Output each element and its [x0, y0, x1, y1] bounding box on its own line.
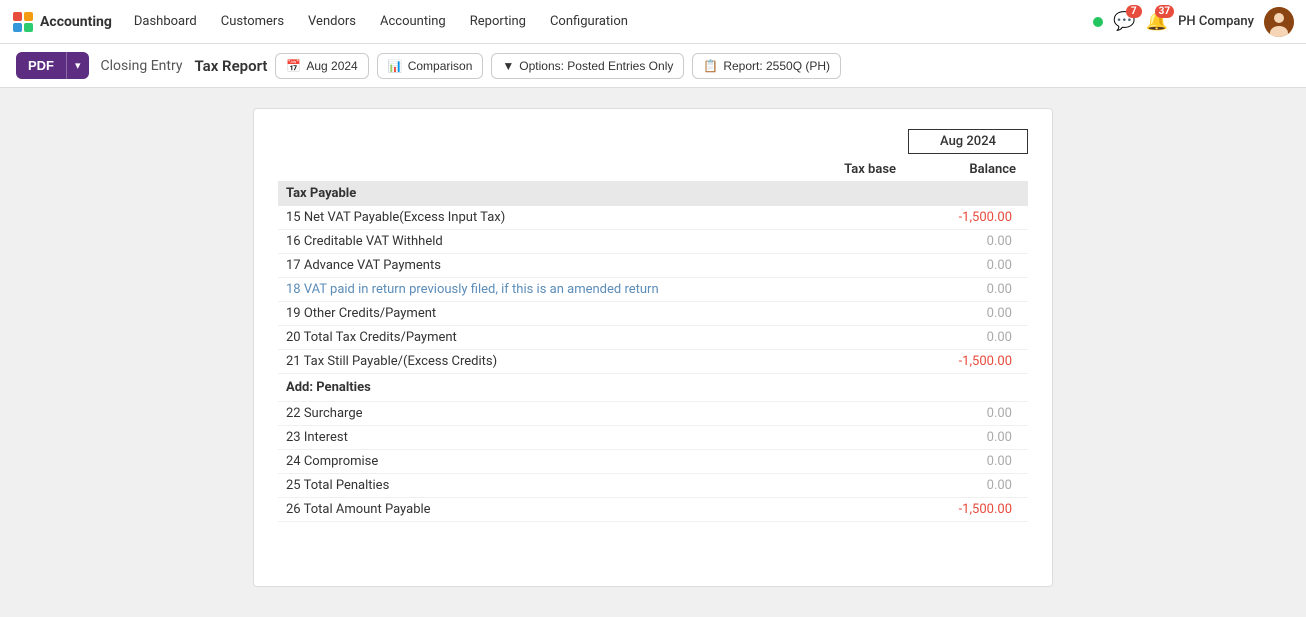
chart-icon: 📊	[388, 59, 403, 73]
activity-notification[interactable]: 🔔 37	[1146, 11, 1168, 32]
nav-configuration[interactable]: Configuration	[540, 8, 638, 35]
row-22-label: 22 Surcharge	[286, 406, 780, 421]
row-15-balance: -1,500.00	[900, 210, 1020, 225]
balance-header: Balance	[904, 162, 1024, 177]
avatar-icon	[1264, 7, 1294, 37]
navbar-right: 💬 7 🔔 37 PH Company	[1093, 7, 1294, 37]
chat-notification[interactable]: 💬 7	[1113, 11, 1135, 32]
row-24-label: 24 Compromise	[286, 454, 780, 469]
closing-entry-label: Closing Entry	[97, 58, 187, 74]
avatar[interactable]	[1264, 7, 1294, 37]
column-headers: Tax base Balance	[278, 162, 1028, 177]
table-row: 19 Other Credits/Payment 0.00	[278, 302, 1028, 326]
row-26-balance: -1,500.00	[900, 502, 1020, 517]
row-25-label: 25 Total Penalties	[286, 478, 780, 493]
row-16-label: 16 Creditable VAT Withheld	[286, 234, 780, 249]
navbar: Accounting Dashboard Customers Vendors A…	[0, 0, 1306, 44]
nav-accounting[interactable]: Accounting	[370, 8, 456, 35]
row-21-balance: -1,500.00	[900, 354, 1020, 369]
options-button[interactable]: ▼ Options: Posted Entries Only	[491, 53, 684, 79]
table-row: 22 Surcharge 0.00	[278, 402, 1028, 426]
report-header: Aug 2024	[278, 129, 1028, 154]
row-24-balance: 0.00	[900, 454, 1020, 469]
nav-dashboard[interactable]: Dashboard	[124, 8, 207, 35]
pdf-main-button[interactable]: PDF	[16, 52, 66, 79]
table-row: 20 Total Tax Credits/Payment 0.00	[278, 326, 1028, 350]
table-row: 17 Advance VAT Payments 0.00	[278, 254, 1028, 278]
period-label: Aug 2024	[306, 59, 357, 73]
brand[interactable]: Accounting	[12, 11, 112, 33]
report-type-button[interactable]: 📋 Report: 2550Q (PH)	[692, 53, 841, 79]
main-content: Aug 2024 Tax base Balance Tax Payable 15…	[0, 88, 1306, 607]
report-container: Aug 2024 Tax base Balance Tax Payable 15…	[253, 108, 1053, 587]
brand-icon	[12, 11, 34, 33]
company-name: PH Company	[1178, 14, 1254, 29]
row-19-label: 19 Other Credits/Payment	[286, 306, 780, 321]
row-22-balance: 0.00	[900, 406, 1020, 421]
table-row: 24 Compromise 0.00	[278, 450, 1028, 474]
row-18-balance: 0.00	[900, 282, 1020, 297]
nav-vendors[interactable]: Vendors	[298, 8, 366, 35]
row-26-label: 26 Total Amount Payable	[286, 502, 780, 517]
row-18-label[interactable]: 18 VAT paid in return previously filed, …	[286, 282, 780, 297]
nav-reporting[interactable]: Reporting	[460, 8, 536, 35]
table-row: 23 Interest 0.00	[278, 426, 1028, 450]
report-icon: 📋	[703, 59, 718, 73]
row-17-label: 17 Advance VAT Payments	[286, 258, 780, 273]
subsection-header-penalties: Add: Penalties	[278, 374, 1028, 402]
pdf-button-group: PDF ▾	[16, 52, 89, 79]
row-23-label: 23 Interest	[286, 430, 780, 445]
pdf-caret-button[interactable]: ▾	[66, 52, 89, 79]
row-25-balance: 0.00	[900, 478, 1020, 493]
nav-customers[interactable]: Customers	[211, 8, 294, 35]
report-body: Tax Payable 15 Net VAT Payable(Excess In…	[278, 181, 1028, 522]
tax-base-header: Tax base	[784, 162, 904, 177]
table-row: 16 Creditable VAT Withheld 0.00	[278, 230, 1028, 254]
period-box: Aug 2024	[908, 129, 1028, 154]
table-row: 25 Total Penalties 0.00	[278, 474, 1028, 498]
table-row: 15 Net VAT Payable(Excess Input Tax) -1,…	[278, 206, 1028, 230]
report-type-label: Report: 2550Q (PH)	[723, 59, 830, 73]
filter-icon: ▼	[502, 59, 514, 73]
calendar-icon: 📅	[286, 59, 301, 73]
period-button[interactable]: 📅 Aug 2024	[275, 53, 368, 79]
row-20-balance: 0.00	[900, 330, 1020, 345]
brand-label: Accounting	[40, 14, 112, 30]
online-status-dot	[1093, 17, 1103, 27]
toolbar: PDF ▾ Closing Entry Tax Report 📅 Aug 202…	[0, 44, 1306, 88]
notif-badge: 37	[1155, 5, 1174, 18]
row-19-balance: 0.00	[900, 306, 1020, 321]
section-header-tax-payable: Tax Payable	[278, 181, 1028, 206]
table-row: 26 Total Amount Payable -1,500.00	[278, 498, 1028, 522]
row-23-balance: 0.00	[900, 430, 1020, 445]
chat-badge: 7	[1126, 5, 1142, 18]
row-15-label: 15 Net VAT Payable(Excess Input Tax)	[286, 210, 780, 225]
row-16-balance: 0.00	[900, 234, 1020, 249]
row-20-label: 20 Total Tax Credits/Payment	[286, 330, 780, 345]
comparison-button[interactable]: 📊 Comparison	[377, 53, 484, 79]
row-17-balance: 0.00	[900, 258, 1020, 273]
table-row: 21 Tax Still Payable/(Excess Credits) -1…	[278, 350, 1028, 374]
row-21-label: 21 Tax Still Payable/(Excess Credits)	[286, 354, 780, 369]
table-row: 18 VAT paid in return previously filed, …	[278, 278, 1028, 302]
options-label: Options: Posted Entries Only	[519, 59, 673, 73]
comparison-label: Comparison	[408, 59, 473, 73]
report-title: Tax Report	[195, 57, 268, 75]
